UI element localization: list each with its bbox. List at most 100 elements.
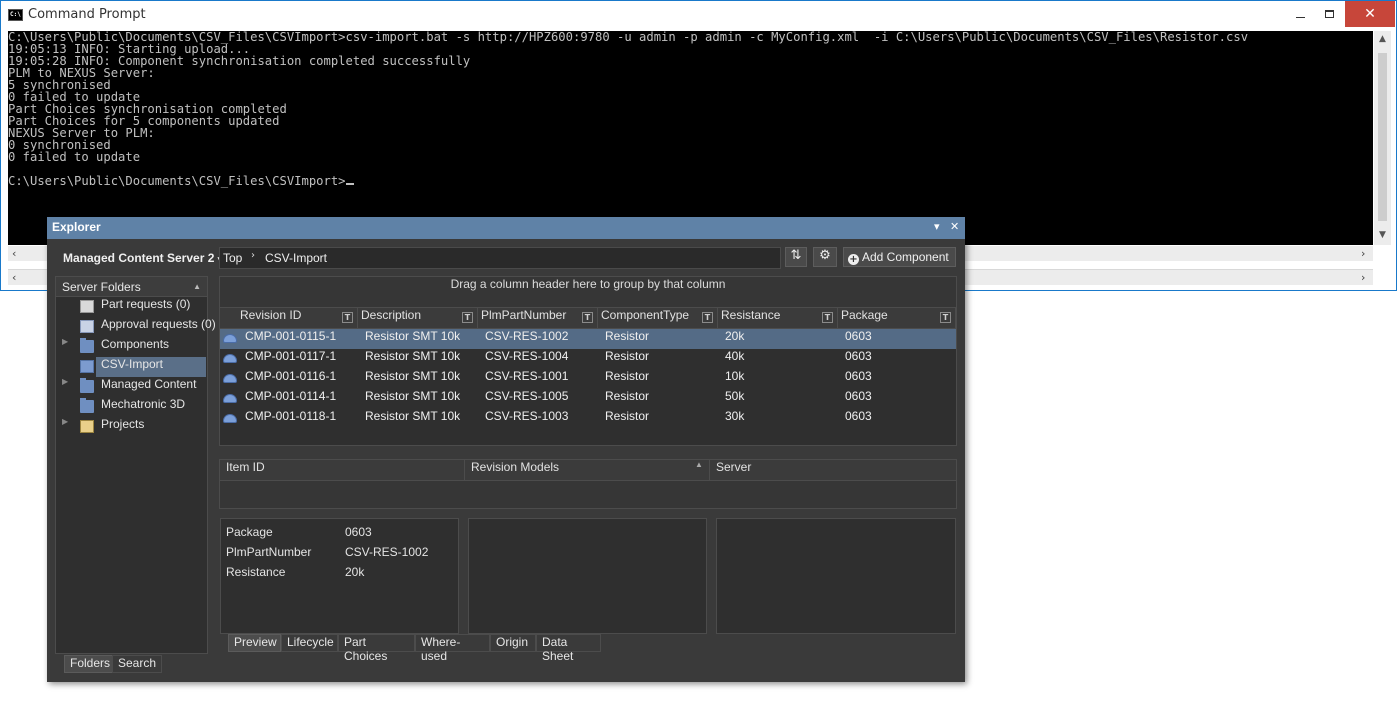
approval-request-icon: [80, 320, 94, 333]
server-dropdown[interactable]: Managed Content Server 2 ▾: [56, 247, 223, 269]
expand-arrow-icon[interactable]: ▶: [62, 417, 68, 426]
scroll-left-icon[interactable]: ‹: [12, 247, 16, 260]
filter-icon[interactable]: T: [342, 312, 353, 323]
component-icon: [223, 354, 237, 363]
table-row[interactable]: CMP-001-0117-1 Resistor SMT 10k CSV-RES-10…: [220, 349, 956, 369]
tab-data-sheet[interactable]: Data Sheet: [536, 634, 601, 663]
folder-item[interactable]: Mechatronic 3D: [56, 397, 207, 417]
table-cell: 0603: [845, 329, 872, 343]
sort-ascending-icon: ▲: [695, 460, 703, 469]
tab-preview[interactable]: Preview: [228, 634, 281, 652]
add-component-button[interactable]: + Add Component: [843, 247, 956, 267]
table-cell: CMP-001-0114-1: [245, 389, 337, 403]
table-cell: 50k: [725, 389, 745, 403]
folder-label: Projects: [101, 417, 145, 431]
component-icon: [223, 414, 237, 423]
folder-icon: [80, 398, 94, 413]
folder-item[interactable]: ▶ Projects: [56, 417, 207, 437]
scroll-down-icon[interactable]: ▼: [1374, 230, 1391, 240]
scrollbar-thumb[interactable]: [1378, 53, 1387, 221]
filter-icon[interactable]: T: [462, 312, 473, 323]
vertical-scrollbar[interactable]: ▲ ▼: [1374, 31, 1391, 245]
folder-item[interactable]: Part requests (0): [56, 297, 207, 317]
column-label: Resistance: [721, 308, 781, 322]
explorer-panel: Explorer ▾ ✕ Managed Content Server 2 ▾ …: [47, 217, 965, 682]
column-label: Description: [361, 308, 422, 322]
tab-search[interactable]: Search: [112, 655, 163, 673]
tab-where-used[interactable]: Where-used: [415, 634, 490, 663]
properties-box: Package 0603 PlmPartNumber CSV-RES-1002 Resi…: [220, 518, 459, 634]
table-cell: Resistor SMT 10k: [365, 349, 461, 363]
column-label: PlmPartNumber: [481, 308, 567, 322]
property-row: PlmPartNumber CSV-RES-1002: [226, 545, 428, 559]
column-item-id[interactable]: Item ID: [220, 460, 465, 480]
tab-folders[interactable]: Folders: [64, 655, 117, 673]
console-line: NEXUS Server to PLM:: [8, 126, 155, 140]
table-row[interactable]: CMP-001-0115-1 Resistor SMT 10k CSV-RES-10…: [220, 329, 956, 349]
folder-item[interactable]: ▶ Components: [56, 337, 207, 357]
table-cell: CSV-RES-1003: [485, 409, 569, 423]
server-folders-header[interactable]: Server Folders ▲: [56, 277, 207, 297]
column-resistance[interactable]: Resistance T: [718, 308, 838, 328]
filter-icon[interactable]: T: [582, 312, 593, 323]
close-icon: ✕: [1364, 6, 1376, 22]
folder-label: Managed Content: [101, 377, 197, 391]
column-revision-models[interactable]: Revision Models ▲: [465, 460, 710, 480]
column-componenttype[interactable]: ComponentType T: [598, 308, 718, 328]
table-cell: CSV-RES-1001: [485, 369, 569, 383]
table-cell: CMP-001-0116-1: [245, 369, 337, 383]
column-server[interactable]: Server: [710, 460, 956, 480]
folder-item[interactable]: ▶ Managed Content: [56, 377, 207, 397]
preview-box: [468, 518, 707, 634]
settings-button[interactable]: ⚙: [813, 247, 837, 267]
table-cell: 0603: [845, 389, 872, 403]
breadcrumb-separator-icon: ›: [251, 250, 255, 261]
expand-arrow-icon[interactable]: ▶: [62, 337, 68, 346]
tab-origin[interactable]: Origin: [490, 634, 536, 652]
column-label: Package: [841, 308, 888, 322]
collapse-icon[interactable]: ▲: [193, 277, 201, 297]
minimize-icon: [1295, 16, 1305, 18]
table-cell: 30k: [725, 409, 745, 423]
item-header-row: Item ID Revision Models ▲ Server: [220, 460, 956, 481]
tab-part-choices[interactable]: Part Choices: [338, 634, 415, 663]
close-button[interactable]: ✕: [1345, 1, 1395, 27]
console-output[interactable]: C:\Users\Public\Documents\CSV_Files\CSVI…: [8, 31, 1373, 245]
table-cell: Resistor SMT 10k: [365, 389, 461, 403]
breadcrumb-top[interactable]: Top: [223, 251, 242, 265]
folder-item[interactable]: Approval requests (0): [56, 317, 216, 337]
scroll-up-icon[interactable]: ▲: [1374, 34, 1391, 44]
scroll-right-icon[interactable]: ›: [1361, 271, 1365, 284]
panel-close-icon[interactable]: ✕: [950, 220, 959, 233]
filter-icon[interactable]: T: [822, 312, 833, 323]
window-title: Command Prompt: [28, 7, 146, 22]
scroll-right-icon[interactable]: ›: [1361, 247, 1365, 260]
filter-icon[interactable]: T: [702, 312, 713, 323]
column-plmpartnumber[interactable]: PlmPartNumber T: [478, 308, 598, 328]
add-component-label: Add Component: [862, 250, 949, 264]
console-line: 0 failed to update: [8, 150, 141, 164]
scroll-left-icon[interactable]: ‹: [12, 271, 16, 284]
table-row[interactable]: CMP-001-0118-1 Resistor SMT 10k CSV-RES-10…: [220, 409, 956, 429]
add-icon: +: [848, 254, 859, 265]
cmd-titlebar[interactable]: C:\. Command Prompt ✕: [1, 1, 1396, 29]
group-by-hint[interactable]: Drag a column header here to group by th…: [220, 277, 956, 308]
column-description[interactable]: Description T: [358, 308, 478, 328]
column-revision-id[interactable]: Revision ID T: [220, 308, 358, 328]
tab-lifecycle[interactable]: Lifecycle: [281, 634, 338, 652]
table-cell: 10k: [725, 369, 745, 383]
panel-menu-icon[interactable]: ▾: [934, 220, 940, 233]
explorer-titlebar[interactable]: Explorer ▾ ✕: [47, 217, 965, 239]
filter-icon[interactable]: T: [940, 312, 951, 323]
component-icon: [223, 374, 237, 383]
refresh-button[interactable]: ⇅: [785, 247, 807, 267]
folder-item[interactable]: CSV-Import: [80, 357, 206, 377]
folder-label: Part requests (0): [101, 297, 191, 311]
breadcrumb-csv-import[interactable]: CSV-Import: [265, 251, 327, 265]
column-package[interactable]: Package T: [838, 308, 956, 328]
item-models-panel: Item ID Revision Models ▲ Server: [219, 459, 957, 509]
table-row[interactable]: CMP-001-0116-1 Resistor SMT 10k CSV-RES-10…: [220, 369, 956, 389]
expand-arrow-icon[interactable]: ▶: [62, 377, 68, 386]
table-row[interactable]: CMP-001-0114-1 Resistor SMT 10k CSV-RES-10…: [220, 389, 956, 409]
text-cursor: [345, 183, 354, 185]
